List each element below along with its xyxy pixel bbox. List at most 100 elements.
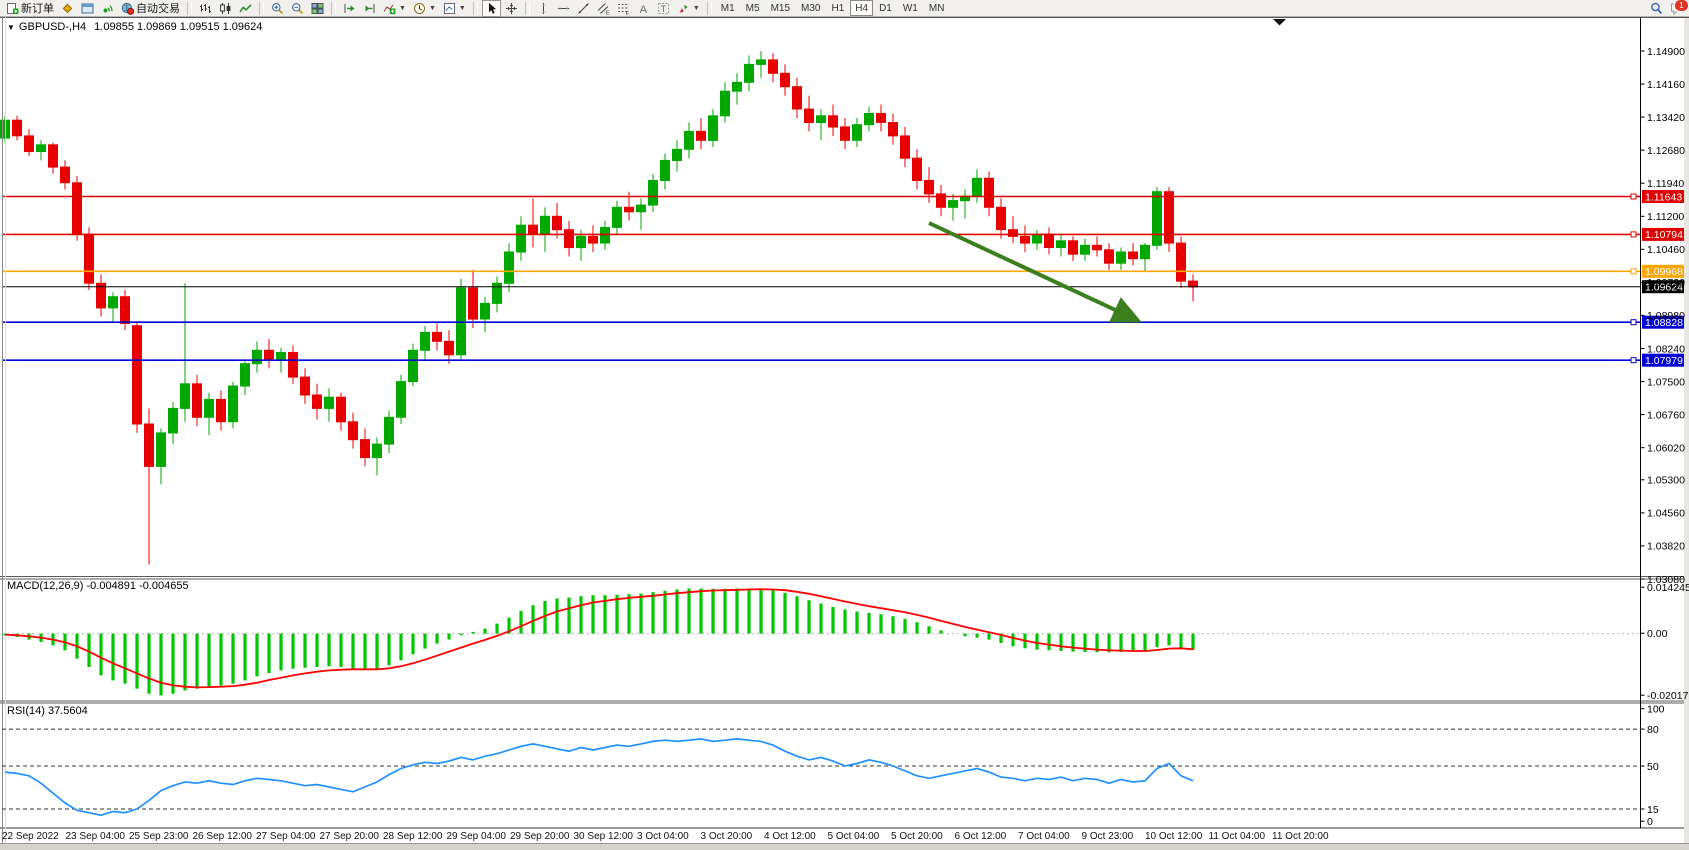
line-chart-button[interactable]: [236, 0, 255, 17]
svg-text:1.04560: 1.04560: [1647, 508, 1685, 520]
signal-icon: [101, 2, 114, 15]
svg-text:1.06020: 1.06020: [1647, 443, 1685, 455]
svg-text:1.06760: 1.06760: [1647, 409, 1685, 421]
chart-shift-button[interactable]: [360, 0, 379, 17]
chart-title-bar[interactable]: ▼ GBPUSD-,H4 1.09855 1.09869 1.09515 1.096…: [7, 21, 262, 33]
svg-text:0: 0: [1647, 816, 1653, 828]
svg-text:1.09720: 1.09720: [1647, 277, 1685, 289]
macd-label: MACD(12,26,9): [7, 580, 83, 592]
channel-icon: E: [597, 2, 610, 15]
timeframe-button-h1[interactable]: H1: [826, 0, 849, 16]
svg-text:10 Oct 12:00: 10 Oct 12:00: [1145, 831, 1203, 842]
svg-text:15: 15: [1647, 804, 1659, 816]
market-watch-button[interactable]: [58, 0, 77, 17]
svg-text:3 Oct 20:00: 3 Oct 20:00: [701, 831, 753, 842]
zoom-in-icon: [271, 2, 284, 15]
bar-chart-button[interactable]: [196, 0, 215, 17]
chevron-down-icon[interactable]: ▼: [693, 5, 700, 12]
svg-text:T: T: [661, 4, 667, 14]
svg-text:9 Oct 23:00: 9 Oct 23:00: [1082, 831, 1134, 842]
new-order-button[interactable]: 新订单: [3, 0, 57, 17]
time-axis[interactable]: 22 Sep 202223 Sep 04:0025 Sep 23:0026 Se…: [2, 831, 1329, 842]
chevron-down-icon[interactable]: ▼: [459, 5, 466, 12]
svg-text:1.14160: 1.14160: [1647, 79, 1685, 91]
candlestick-chart-button[interactable]: [216, 0, 235, 17]
indicators-plus-icon: [383, 2, 396, 15]
svg-text:1.10794: 1.10794: [1645, 229, 1683, 241]
timeframe-button-w1[interactable]: W1: [898, 0, 923, 16]
chart-symbol-label: GBPUSD-,H4: [19, 21, 86, 33]
svg-text:1.11643: 1.11643: [1645, 191, 1682, 203]
chevron-down-icon[interactable]: ▼: [429, 5, 436, 12]
crosshair-button[interactable]: [502, 0, 521, 17]
timeframe-button-m30[interactable]: M30: [796, 0, 825, 16]
svg-text:1.08240: 1.08240: [1647, 343, 1685, 355]
auto-scroll-button[interactable]: [340, 0, 359, 17]
toolbar-separator: [707, 2, 712, 15]
timeframe-button-h4[interactable]: H4: [850, 0, 873, 16]
toolbar-separator: [331, 2, 336, 15]
autotrading-button-label: 自动交易: [136, 0, 180, 16]
zoom-in-button[interactable]: [268, 0, 287, 17]
equidistant-channel-button[interactable]: E: [594, 0, 613, 17]
svg-text:25 Sep 23:00: 25 Sep 23:00: [129, 831, 189, 842]
svg-text:6 Oct 12:00: 6 Oct 12:00: [955, 831, 1007, 842]
notifications-button[interactable]: 1: [1667, 0, 1686, 17]
chart-dropdown-icon[interactable]: ▼: [7, 23, 15, 32]
svg-text:1.03820: 1.03820: [1647, 541, 1685, 553]
rsi-value: 37.5604: [48, 705, 88, 717]
svg-text:5 Oct 20:00: 5 Oct 20:00: [891, 831, 943, 842]
cursor-icon: [485, 2, 498, 15]
hline-icon: [557, 2, 570, 15]
zoom-out-button[interactable]: [288, 0, 307, 17]
timeframe-button-m15[interactable]: M15: [766, 0, 795, 16]
svg-text:100: 100: [1647, 704, 1665, 716]
tile-windows-button[interactable]: [308, 0, 327, 17]
svg-text:27 Sep 20:00: 27 Sep 20:00: [320, 831, 380, 842]
chart-ohlc-values: 1.09855 1.09869 1.09515 1.09624: [94, 21, 262, 33]
text-button[interactable]: A: [634, 0, 653, 17]
doc-plus-icon: [6, 2, 19, 15]
svg-text:1.13420: 1.13420: [1647, 112, 1685, 124]
horizontal-line-button[interactable]: [554, 0, 573, 17]
vertical-line-button[interactable]: [534, 0, 553, 17]
svg-text:4 Oct 12:00: 4 Oct 12:00: [764, 831, 816, 842]
chart-shift-icon: [363, 2, 376, 15]
chevron-down-icon[interactable]: ▼: [399, 5, 406, 12]
indicators-button[interactable]: ▼: [380, 0, 409, 17]
data-window-button[interactable]: [78, 0, 97, 17]
svg-text:29 Sep 04:00: 29 Sep 04:00: [447, 831, 507, 842]
fibonacci-button[interactable]: F: [614, 0, 633, 17]
search-button[interactable]: [1647, 0, 1666, 17]
svg-text:1.14900: 1.14900: [1647, 46, 1685, 58]
text-label-icon: T: [657, 2, 670, 15]
candlestick-icon: [219, 2, 232, 15]
svg-text:27 Sep 04:00: 27 Sep 04:00: [256, 831, 316, 842]
macd-pane-header: MACD(12,26,9) -0.004891 -0.004655: [7, 580, 189, 592]
svg-text:0.00: 0.00: [1647, 628, 1668, 640]
periods-button[interactable]: ▼: [410, 0, 439, 17]
timeframe-button-mn[interactable]: MN: [924, 0, 950, 16]
svg-text:3 Oct 04:00: 3 Oct 04:00: [637, 831, 689, 842]
svg-text:1.08980: 1.08980: [1647, 310, 1685, 322]
timeframe-button-d1[interactable]: D1: [874, 0, 897, 16]
timeframe-button-m1[interactable]: M1: [716, 0, 740, 16]
chart-canvas: 1.116431.107941.099681.088281.079791.096…: [0, 0, 1689, 850]
crosshair-icon: [505, 2, 518, 15]
templates-button[interactable]: ▼: [440, 0, 469, 17]
svg-text:80: 80: [1647, 724, 1659, 736]
tile-windows-icon: [311, 2, 324, 15]
trendline-button[interactable]: [574, 0, 593, 17]
cursor-button[interactable]: [482, 0, 501, 17]
svg-text:1.07979: 1.07979: [1645, 355, 1683, 367]
svg-text:A: A: [639, 3, 647, 14]
svg-text:28 Sep 12:00: 28 Sep 12:00: [383, 831, 443, 842]
arrows-button[interactable]: ▼: [674, 0, 703, 17]
macd-signal-value: -0.004655: [139, 580, 189, 592]
timeframe-button-m5[interactable]: M5: [741, 0, 765, 16]
navigator-button[interactable]: [98, 0, 117, 17]
text-label-button[interactable]: T: [654, 0, 673, 17]
toolbar-separator: [525, 2, 530, 15]
autotrading-button[interactable]: 自动交易: [118, 0, 183, 17]
svg-text:1.12680: 1.12680: [1647, 145, 1685, 157]
